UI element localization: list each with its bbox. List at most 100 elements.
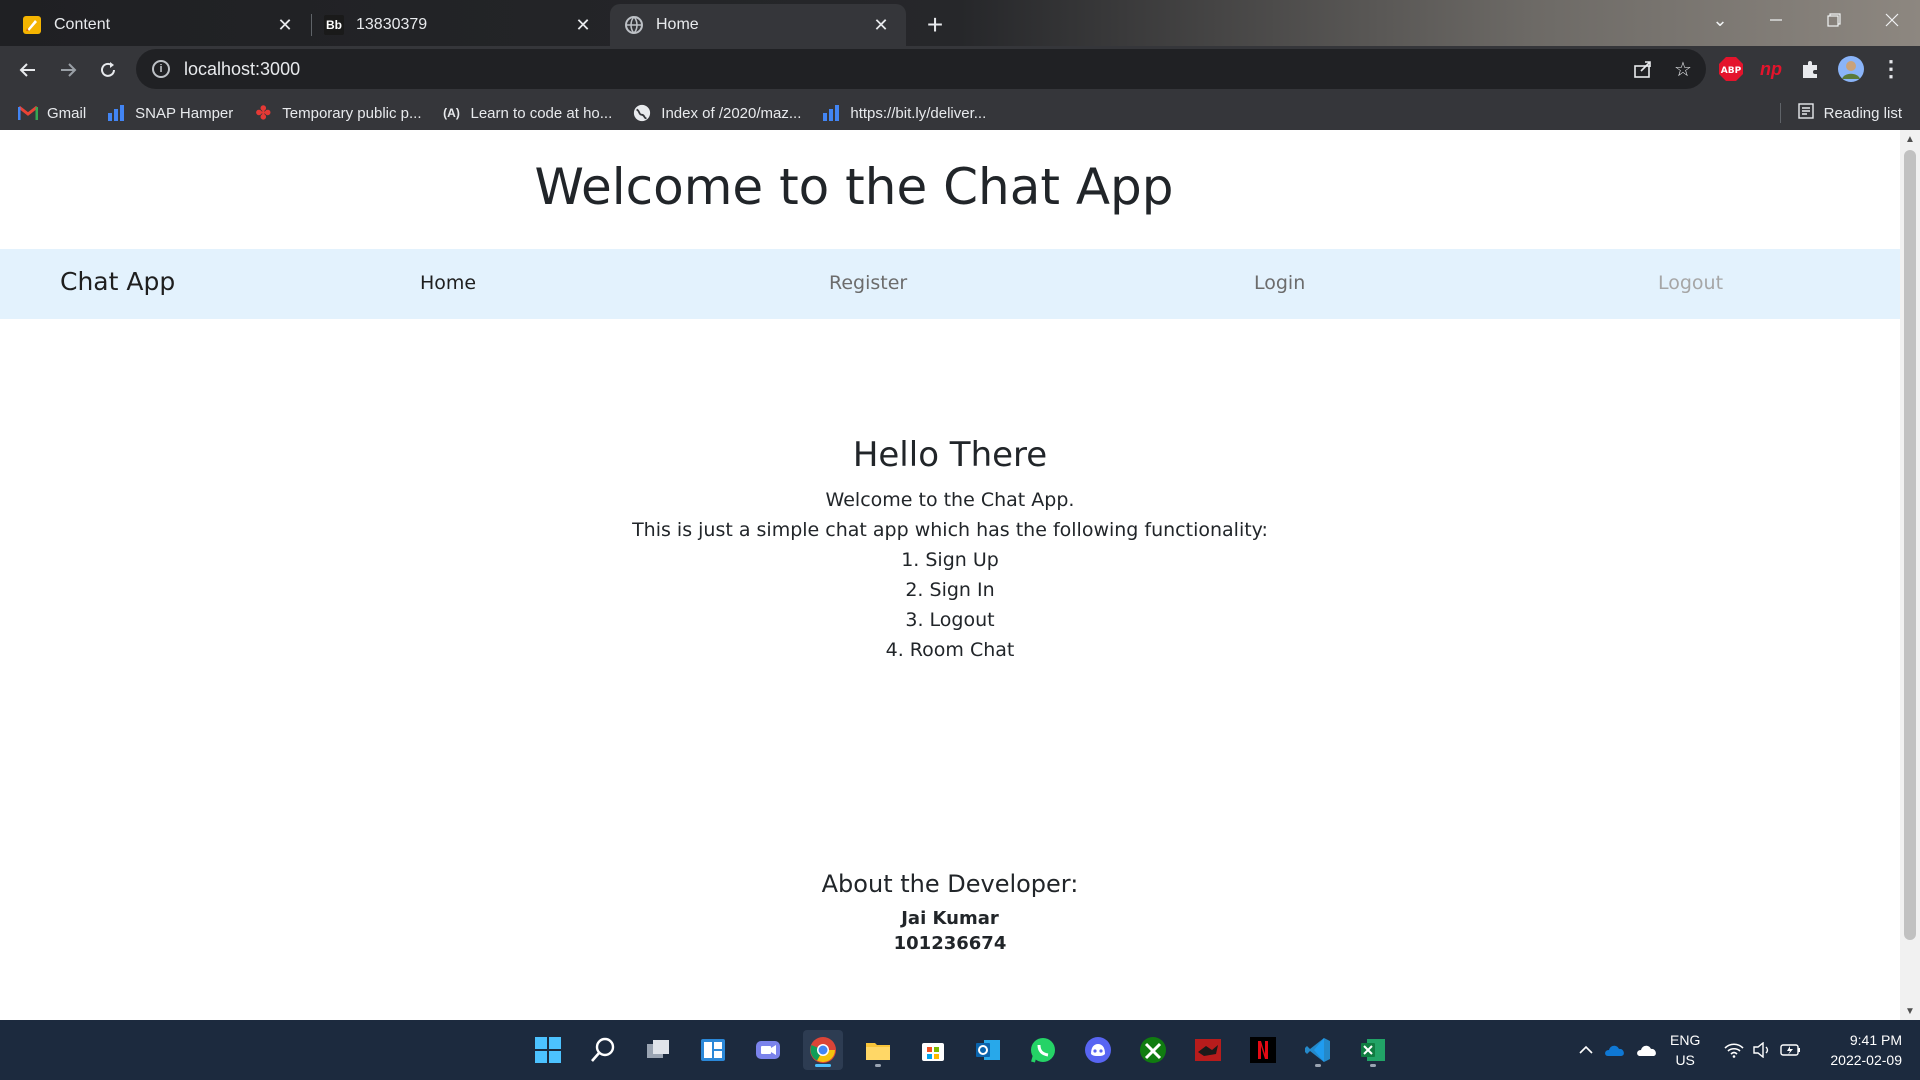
share-icon[interactable] <box>1628 54 1658 84</box>
close-tab-icon[interactable]: ✕ <box>274 14 296 36</box>
close-window-icon[interactable] <box>1864 0 1920 40</box>
show-hidden-icons-chevron-icon[interactable] <box>1574 1020 1598 1080</box>
globe-icon <box>624 15 644 35</box>
volume-icon[interactable] <box>1748 1020 1776 1080</box>
feature-item: 2. Sign In <box>905 579 995 601</box>
developer-id: 101236674 <box>893 933 1007 954</box>
np-extension-icon[interactable]: np <box>1756 54 1786 84</box>
whatsapp-icon[interactable] <box>1023 1030 1063 1070</box>
excel-icon[interactable] <box>1353 1030 1393 1070</box>
teams-chat-icon[interactable] <box>748 1030 788 1070</box>
about-developer-section: About the Developer: Jai Kumar 101236674 <box>0 870 1900 956</box>
nav-register-link[interactable]: Register <box>829 272 907 294</box>
bookmarks-bar: Gmail SNAP Hamper ✤ Temporary public p..… <box>0 96 1920 130</box>
restore-icon[interactable] <box>1806 0 1862 40</box>
tab-search-icon[interactable]: ⌄ <box>1692 0 1748 40</box>
tab-home[interactable]: Home ✕ <box>610 4 906 46</box>
bookmark-learn-to-code[interactable]: (A) Learn to code at ho... <box>442 103 613 123</box>
bar-chart-icon <box>106 103 126 123</box>
language-label: ENG <box>1670 1032 1701 1048</box>
vertical-scrollbar[interactable]: ▲ ▼ <box>1900 130 1920 1020</box>
discord-icon[interactable] <box>1078 1030 1118 1070</box>
bookmark-snap-hamper[interactable]: SNAP Hamper <box>106 103 233 123</box>
navbar-brand[interactable]: Chat App <box>60 267 175 296</box>
browser-toolbar: i localhost:3000 ☆ ABP np ⋮ Gmail SNAP H… <box>0 46 1920 130</box>
tab-title: Content <box>54 16 111 33</box>
bookmark-gmail[interactable]: Gmail <box>18 103 86 123</box>
bookmark-index-of[interactable]: Index of /2020/maz... <box>632 103 801 123</box>
gmail-icon <box>18 103 38 123</box>
profile-avatar-icon[interactable] <box>1836 54 1866 84</box>
netflix-icon[interactable] <box>1243 1030 1283 1070</box>
adblock-plus-icon[interactable]: ABP <box>1716 54 1746 84</box>
blackboard-icon: Bb <box>324 15 344 35</box>
reload-icon[interactable] <box>88 50 128 90</box>
bookmarks-separator <box>1780 103 1781 123</box>
welcome-line: Welcome to the Chat App. <box>825 489 1075 511</box>
task-view-icon[interactable] <box>638 1030 678 1070</box>
widgets-icon[interactable] <box>693 1030 733 1070</box>
chat-app-page: Welcome to the Chat App Chat App Home Re… <box>0 130 1900 1020</box>
onedrive-blue-icon[interactable] <box>1600 1020 1630 1080</box>
windows-taskbar: ENG US 9:41 PM 2022-02-09 <box>0 1020 1920 1080</box>
search-icon[interactable] <box>583 1030 623 1070</box>
system-clock[interactable]: 9:41 PM 2022-02-09 <box>1830 1030 1902 1070</box>
scrollbar-thumb[interactable] <box>1904 150 1916 940</box>
region-label: US <box>1675 1052 1695 1068</box>
nav-home-link[interactable]: Home <box>420 272 476 294</box>
vscode-icon[interactable] <box>1298 1030 1338 1070</box>
game-app-icon[interactable] <box>1188 1030 1228 1070</box>
welcome-section: Hello There Welcome to the Chat App. Thi… <box>0 435 1900 665</box>
scroll-down-arrow-icon[interactable]: ▼ <box>1900 1002 1920 1020</box>
clock-time: 9:41 PM <box>1849 1032 1902 1048</box>
reading-list-button[interactable]: Reading list <box>1797 96 1902 130</box>
bookmark-bitly[interactable]: https://bit.ly/deliver... <box>821 103 986 123</box>
bookmark-star-icon[interactable]: ☆ <box>1668 54 1698 84</box>
browser-tab-strip: Content ✕ Bb 13830379 ✕ Home ✕ + ⌄ <box>0 0 1920 46</box>
nav-logout-link[interactable]: Logout <box>1658 272 1723 294</box>
page-title: Welcome to the Chat App <box>534 158 1174 216</box>
wifi-icon[interactable] <box>1720 1020 1748 1080</box>
reading-list-label: Reading list <box>1823 104 1902 122</box>
tab-blackboard[interactable]: Bb 13830379 ✕ <box>312 4 608 46</box>
scroll-up-arrow-icon[interactable]: ▲ <box>1900 130 1920 148</box>
extensions-puzzle-icon[interactable] <box>1796 54 1826 84</box>
onedrive-white-icon[interactable] <box>1632 1020 1662 1080</box>
code-icon: (A) <box>443 106 460 120</box>
start-windows-icon[interactable] <box>528 1030 568 1070</box>
address-text: localhost:3000 <box>184 58 301 79</box>
tab-content[interactable]: Content ✕ <box>0 4 310 46</box>
chrome-icon[interactable] <box>803 1030 843 1070</box>
bookmark-label: Learn to code at ho... <box>470 104 613 122</box>
forward-arrow-icon[interactable] <box>48 50 88 90</box>
nav-login-link[interactable]: Login <box>1254 272 1305 294</box>
bookmark-label: Gmail <box>47 104 87 122</box>
bookmark-label: Temporary public p... <box>282 104 422 122</box>
tab-title: Home <box>656 16 699 33</box>
running-indicator <box>815 1064 831 1067</box>
xbox-icon[interactable] <box>1133 1030 1173 1070</box>
file-explorer-icon[interactable] <box>858 1030 898 1070</box>
globe-icon <box>632 103 652 123</box>
site-info-icon[interactable]: i <box>152 60 170 78</box>
page-viewport: Welcome to the Chat App Chat App Home Re… <box>0 130 1920 1020</box>
hello-heading: Hello There <box>852 435 1048 475</box>
tab-title: 13830379 <box>356 16 428 33</box>
new-tab-button[interactable]: + <box>918 8 952 42</box>
bookmark-label: https://bit.ly/deliver... <box>850 104 987 122</box>
developer-name: Jai Kumar <box>901 908 999 929</box>
running-indicator <box>875 1064 881 1067</box>
main-navbar: Chat App Home Register Login Logout <box>0 249 1900 319</box>
outlook-icon[interactable] <box>968 1030 1008 1070</box>
bookmark-temporary-public[interactable]: ✤ Temporary public p... <box>253 103 422 123</box>
close-tab-icon[interactable]: ✕ <box>572 14 594 36</box>
minimize-icon[interactable] <box>1748 0 1804 40</box>
address-bar[interactable]: i localhost:3000 <box>136 49 1706 89</box>
microsoft-store-icon[interactable] <box>913 1030 953 1070</box>
language-indicator[interactable]: ENG US <box>1670 1030 1700 1070</box>
back-arrow-icon[interactable] <box>8 50 48 90</box>
battery-charging-icon[interactable] <box>1776 1020 1806 1080</box>
menu-kebab-icon[interactable]: ⋮ <box>1876 54 1906 84</box>
close-tab-icon[interactable]: ✕ <box>870 14 892 36</box>
bookmark-label: Index of /2020/maz... <box>661 104 802 122</box>
